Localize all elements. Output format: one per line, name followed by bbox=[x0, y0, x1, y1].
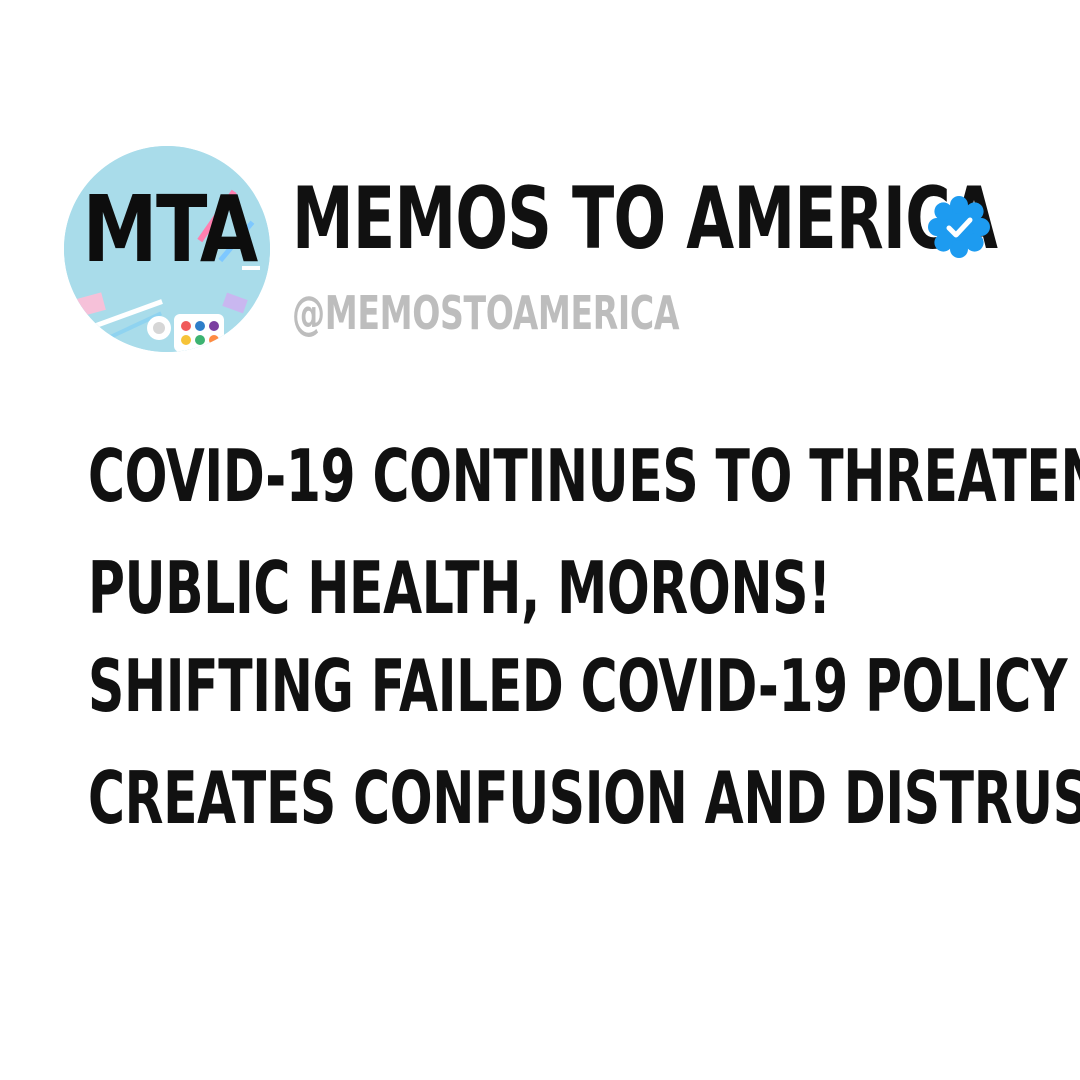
display-name[interactable]: MEMOS TO AMERICA bbox=[292, 176, 998, 262]
post-card: MTA MEMOS TO AMERICA @MEMOSTOAMERICA COV… bbox=[0, 0, 1080, 1080]
post-text-line: SHIFTING FAILED COVID-19 POLICY bbox=[88, 644, 1068, 728]
avatar-initials: MTA bbox=[82, 176, 259, 283]
avatar[interactable]: MTA bbox=[64, 146, 270, 352]
user-handle[interactable]: @MEMOSTOAMERICA bbox=[292, 290, 679, 336]
post-text-line: PUBLIC HEALTH, MORONS! bbox=[88, 546, 831, 630]
post-text-line: COVID-19 CONTINUES TO THREATEN bbox=[88, 434, 1080, 518]
verified-badge-icon bbox=[928, 196, 990, 258]
post-text-line: CREATES CONFUSION AND DISTRUST. bbox=[88, 756, 1080, 840]
